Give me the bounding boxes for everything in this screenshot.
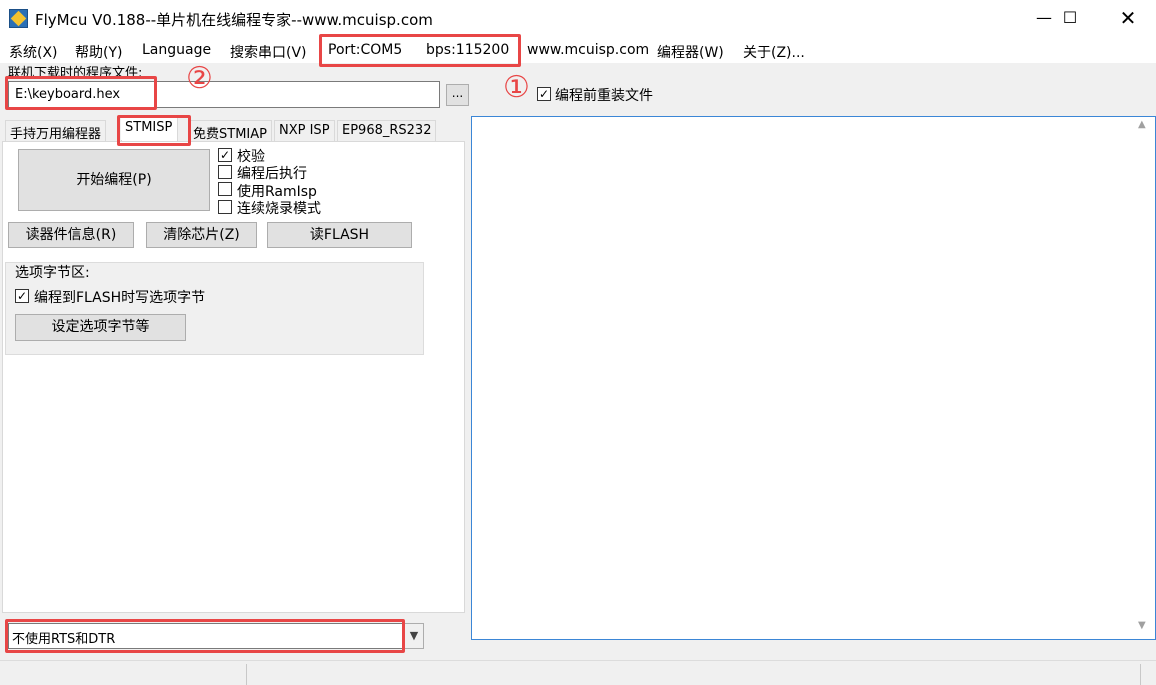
verify-checkbox[interactable]: ✓ — [218, 148, 232, 162]
read-info-button[interactable]: 读器件信息(R) — [8, 222, 134, 248]
status-divider — [1140, 664, 1141, 685]
option-bytes-title: 选项字节区: — [15, 265, 90, 281]
status-bar — [0, 660, 1156, 685]
tab-stmisp-label[interactable]: STMISP — [121, 118, 177, 140]
file-highlight-box — [5, 76, 157, 110]
write-option-checkbox[interactable]: ✓ — [15, 289, 29, 303]
continuous-checkbox[interactable] — [218, 200, 232, 214]
close-button[interactable]: ✕ — [1100, 0, 1156, 37]
annotation-1: ① — [503, 70, 530, 105]
scroll-down-icon[interactable]: ▼ — [1138, 620, 1146, 631]
browse-button[interactable]: ... — [446, 84, 469, 106]
chevron-down-icon[interactable]: ▼ — [404, 623, 424, 649]
menu-website[interactable]: www.mcuisp.com — [527, 42, 649, 58]
continuous-label: 连续烧录模式 — [237, 201, 321, 217]
reload-label: 编程前重装文件 — [555, 88, 653, 104]
status-divider — [246, 664, 247, 685]
scroll-up-icon[interactable]: ▲ — [1138, 119, 1146, 130]
menu-search-port[interactable]: 搜索串口(V) — [230, 42, 307, 62]
reload-checkbox[interactable]: ✓ — [537, 87, 551, 101]
menu-about[interactable]: 关于(Z)... — [743, 42, 805, 62]
erase-chip-button[interactable]: 清除芯片(Z) — [146, 222, 257, 248]
combo-highlight-box — [5, 619, 405, 653]
output-log[interactable] — [471, 116, 1156, 640]
menu-programmer[interactable]: 编程器(W) — [657, 42, 724, 62]
port-highlight-box — [319, 34, 521, 67]
annotation-2: ② — [186, 61, 213, 96]
write-option-label: 编程到FLASH时写选项字节 — [34, 290, 206, 306]
window-title: FlyMcu V0.188--单片机在线编程专家--www.mcuisp.com — [35, 11, 433, 29]
app-icon — [9, 9, 28, 28]
tab-nxp-isp[interactable]: NXP ISP — [274, 120, 335, 142]
ramisp-checkbox[interactable] — [218, 182, 232, 196]
start-program-button[interactable]: 开始编程(P) — [18, 149, 210, 211]
stmisp-panel — [2, 141, 465, 613]
tab-ep968[interactable]: EP968_RS232 — [337, 120, 437, 142]
menu-language[interactable]: Language — [142, 42, 211, 58]
set-option-bytes-button[interactable]: 设定选项字节等 — [15, 314, 186, 341]
menu-system[interactable]: 系统(X) — [9, 42, 58, 62]
read-flash-button[interactable]: 读FLASH — [267, 222, 412, 248]
run-after-label: 编程后执行 — [237, 166, 307, 182]
run-after-checkbox[interactable] — [218, 165, 232, 179]
tab-stmiap[interactable]: 免费STMIAP — [188, 120, 272, 142]
maximize-button[interactable]: ☐ — [1044, 0, 1096, 37]
menu-help[interactable]: 帮助(Y) — [75, 42, 122, 62]
tab-handheld[interactable]: 手持万用编程器 — [5, 120, 107, 142]
